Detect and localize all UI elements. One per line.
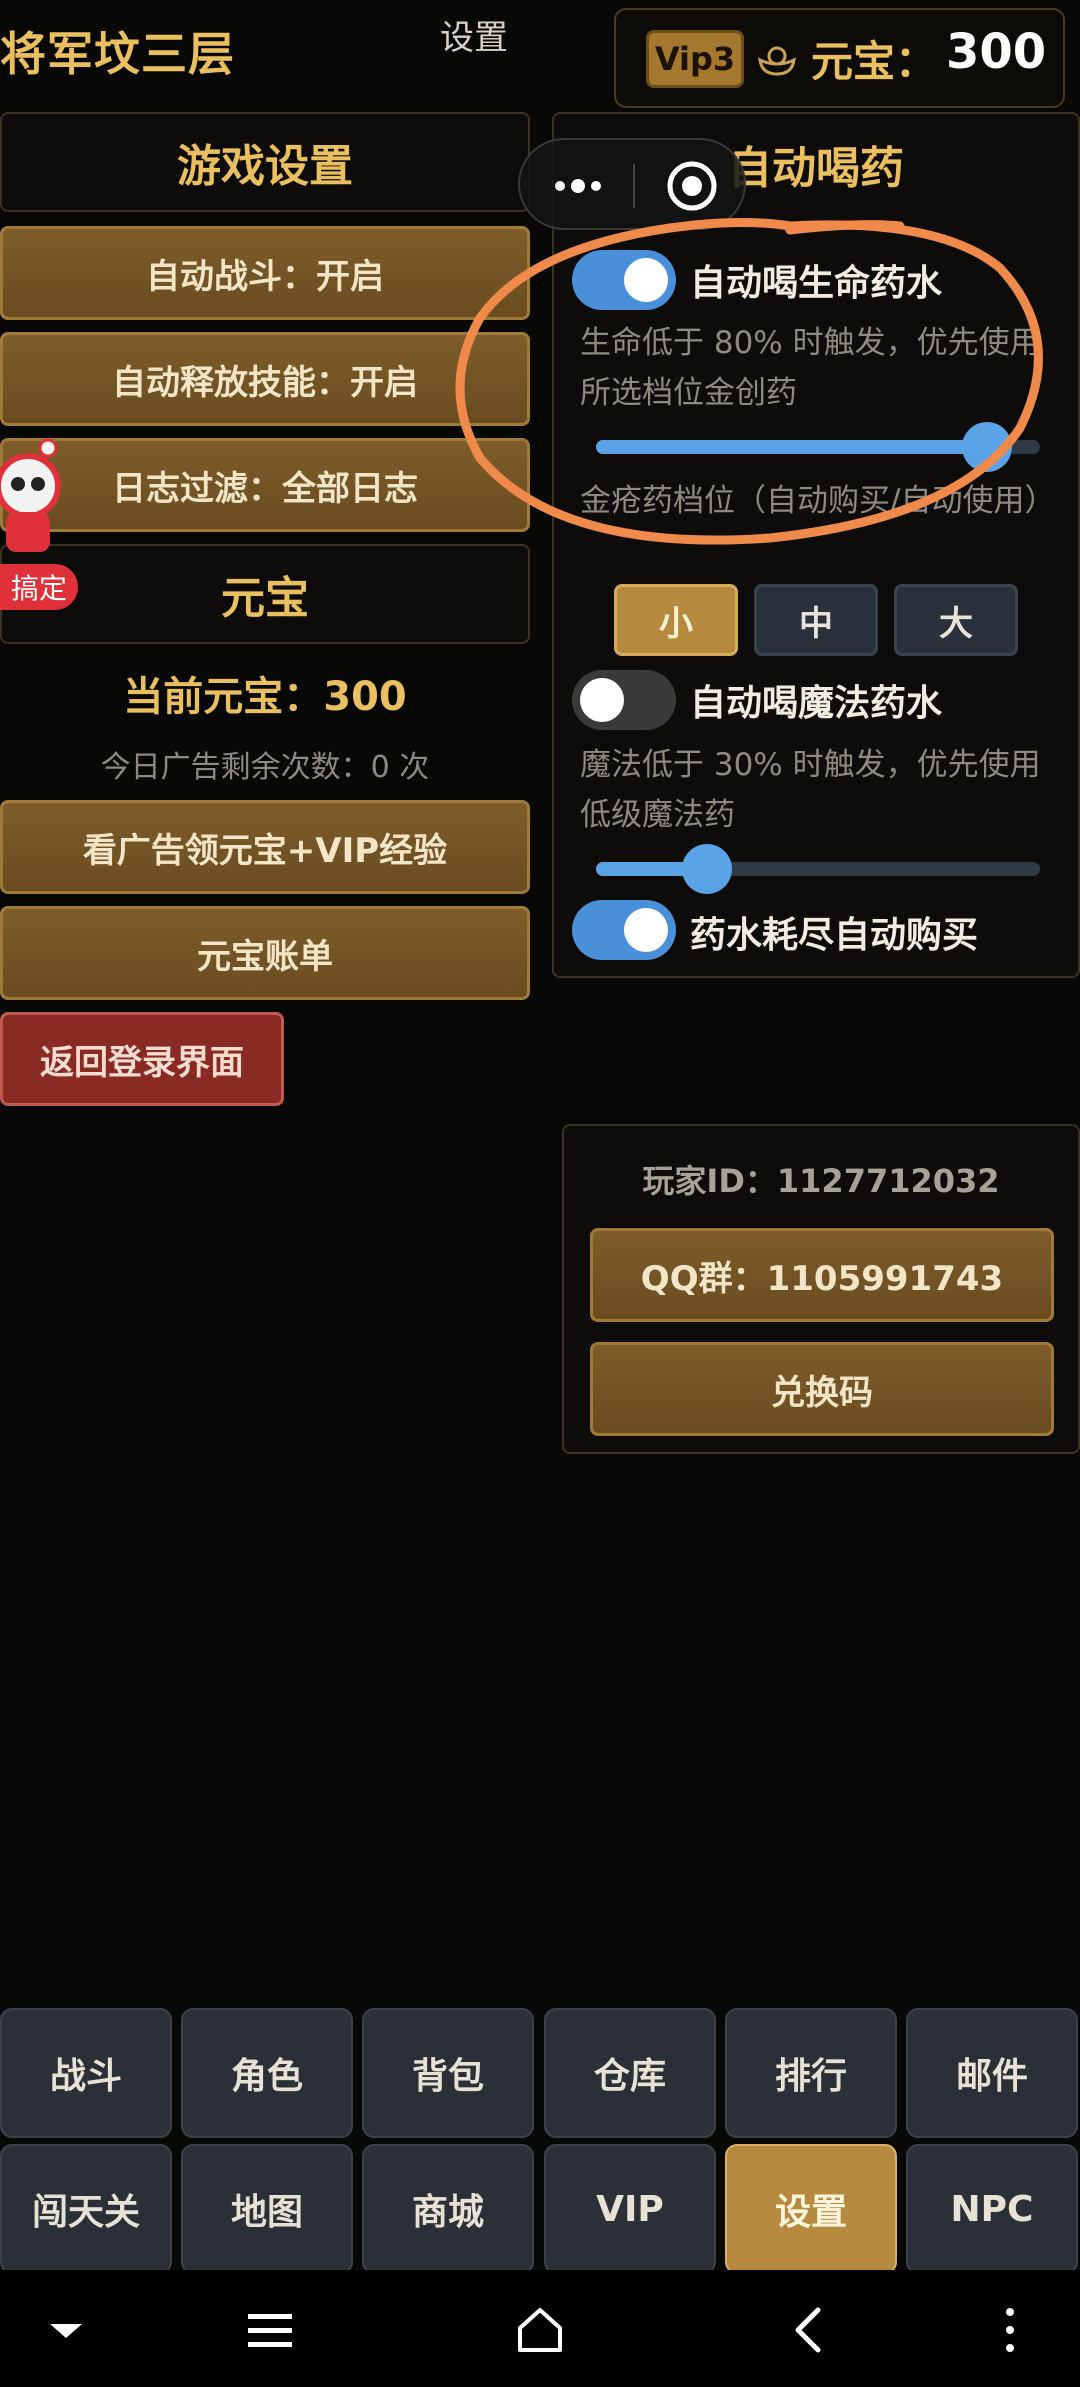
- mp-slider-thumb[interactable]: [682, 844, 732, 894]
- hp-threshold-slider[interactable]: [596, 422, 1040, 472]
- account-panel: 玩家ID：1127712032 QQ群：1105991743 兑换码: [562, 1124, 1080, 1454]
- auto-battle-button[interactable]: 自动战斗：开启: [0, 226, 530, 320]
- close-target-icon[interactable]: [666, 160, 718, 212]
- nav-battle[interactable]: 战斗: [0, 2008, 172, 2138]
- player-id: 玩家ID：1127712032: [642, 1162, 1000, 1200]
- nav-vip[interactable]: VIP: [544, 2144, 716, 2274]
- nav-tower[interactable]: 闯天关: [0, 2144, 172, 2274]
- ingot-panel-header: 元宝: [0, 544, 530, 644]
- tier-small-button[interactable]: 小: [614, 584, 738, 656]
- auto-mp-label: 自动喝魔法药水: [690, 683, 943, 724]
- log-filter-button[interactable]: 日志过滤：全部日志: [0, 438, 530, 532]
- ads-remaining: 今日广告剩余次数：0 次: [100, 750, 430, 785]
- return-login-button[interactable]: 返回登录界面: [0, 1012, 284, 1106]
- nav-ranking[interactable]: 排行: [725, 2008, 897, 2138]
- auto-potion-panel: 自动喝药 自动喝生命药水 生命低于 80% 时触发，优先使用所选档位金创药 金疮…: [552, 112, 1080, 978]
- vip-badge[interactable]: Vip3: [646, 30, 744, 88]
- home-icon[interactable]: [510, 2300, 570, 2360]
- ingot-value: 300: [946, 24, 1047, 80]
- ingot-icon: [758, 46, 796, 76]
- auto-buy-label: 药水耗尽自动购买: [690, 915, 979, 956]
- nav-map[interactable]: 地图: [181, 2144, 353, 2274]
- mp-threshold-slider[interactable]: [596, 844, 1040, 894]
- nav-character[interactable]: 角色: [181, 2008, 353, 2138]
- auto-skill-button[interactable]: 自动释放技能：开启: [0, 332, 530, 426]
- watch-ad-button[interactable]: 看广告领元宝+VIP经验: [0, 800, 530, 894]
- ingot-label: 元宝：: [811, 37, 938, 86]
- nav-npc[interactable]: NPC: [906, 2144, 1078, 2274]
- currency-display: Vip3 元宝： 300: [614, 8, 1065, 108]
- hp-slider-thumb[interactable]: [961, 422, 1012, 472]
- more-icon[interactable]: [550, 170, 606, 202]
- nav-shop[interactable]: 商城: [362, 2144, 534, 2274]
- nav-warehouse[interactable]: 仓库: [544, 2008, 716, 2138]
- ingot-ledger-button[interactable]: 元宝账单: [0, 906, 530, 1000]
- auto-hp-label: 自动喝生命药水: [690, 263, 943, 304]
- nav-settings[interactable]: 设置: [725, 2144, 897, 2274]
- miniprogram-capsule: [518, 138, 746, 230]
- auto-buy-toggle[interactable]: [572, 900, 676, 960]
- qq-group-button[interactable]: QQ群：1105991743: [590, 1228, 1054, 1322]
- tier-label: 金疮药档位（自动购买/自动使用）: [580, 483, 1056, 519]
- auto-mp-toggle[interactable]: [572, 670, 676, 730]
- location-title: 将军坟三层: [0, 27, 235, 81]
- back-icon[interactable]: [780, 2300, 840, 2360]
- auto-hp-toggle[interactable]: [572, 250, 676, 310]
- nav-bag[interactable]: 背包: [362, 2008, 534, 2138]
- page-title: 设置: [440, 18, 508, 58]
- auto-mp-desc: 魔法低于 30% 时触发，优先使用低级魔法药: [580, 747, 1041, 833]
- game-settings-header: 游戏设置: [0, 112, 530, 212]
- menu-icon[interactable]: [240, 2300, 300, 2360]
- ingot-panel-title: 元宝: [221, 573, 309, 624]
- auto-hp-desc: 生命低于 80% 时触发，优先使用所选档位金创药: [580, 325, 1041, 411]
- more-vertical-icon[interactable]: [980, 2300, 1040, 2360]
- nav-mail[interactable]: 邮件: [906, 2008, 1078, 2138]
- redeem-code-button[interactable]: 兑换码: [590, 1342, 1054, 1436]
- tier-medium-button[interactable]: 中: [754, 584, 878, 656]
- game-settings-title: 游戏设置: [177, 141, 353, 192]
- mascot[interactable]: 搞定: [0, 426, 78, 626]
- system-nav-bar: [0, 2270, 1080, 2387]
- tier-large-button[interactable]: 大: [894, 584, 1018, 656]
- chevron-down-icon[interactable]: [36, 2300, 96, 2360]
- mascot-tag[interactable]: 搞定: [0, 564, 78, 610]
- current-ingot: 当前元宝：300: [123, 674, 407, 720]
